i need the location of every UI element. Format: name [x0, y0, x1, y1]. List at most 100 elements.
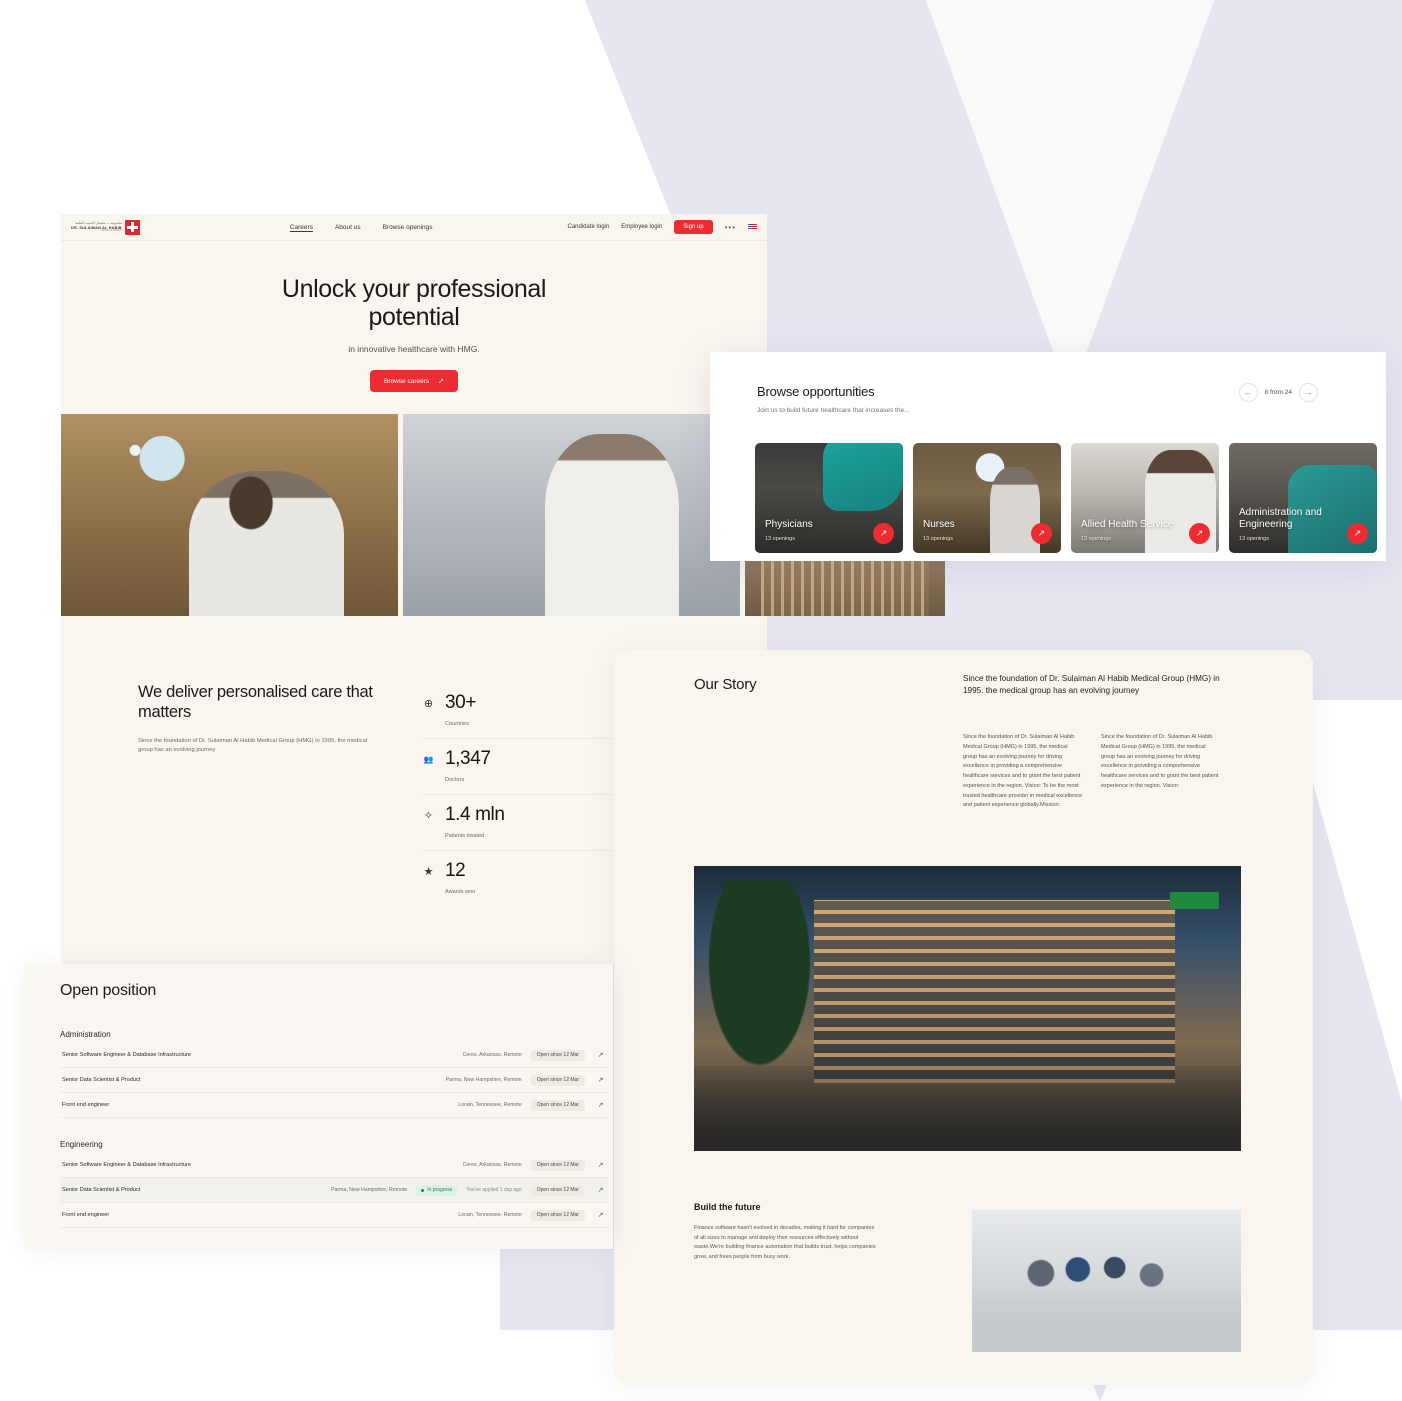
- signup-button[interactable]: Sign up: [674, 220, 713, 234]
- open-positions-group-engineering: Engineering: [60, 1140, 103, 1149]
- stat-value: 1,347: [445, 748, 491, 769]
- card-arrow-icon[interactable]: ↗: [1189, 523, 1210, 544]
- status-badge: In progress: [416, 1184, 458, 1196]
- browse-careers-label: Browse careers: [383, 377, 430, 385]
- opportunity-card-allied-health-service[interactable]: Allied Health Service 13 openings ↗: [1071, 443, 1219, 553]
- pagination-count: 8 from 24: [1264, 389, 1292, 396]
- table-row[interactable]: Senior Software Engineer & Database Infr…: [60, 1043, 608, 1068]
- story-columns: Since the foundation of Dr. Sulaiman Al …: [963, 733, 1221, 811]
- language-flag-icon[interactable]: [748, 224, 757, 230]
- table-row[interactable]: Front end engineer Lorain, Tennessee, Re…: [60, 1093, 608, 1118]
- pagination-prev-button[interactable]: ←: [1238, 383, 1258, 402]
- sparkle-icon: ✧: [423, 809, 434, 822]
- browse-careers-button[interactable]: Browse careers ↗: [369, 370, 459, 392]
- position-location: Lorain, Tennessee, Remote: [458, 1102, 522, 1108]
- card-title: Allied Health Service: [1081, 519, 1174, 531]
- nav-link-careers[interactable]: Careers: [290, 224, 313, 231]
- arrow-up-right-icon[interactable]: ↗: [595, 1101, 606, 1109]
- build-future-section: Build the future Finance software hasn't…: [694, 1202, 879, 1263]
- arrow-up-right-icon[interactable]: ↗: [595, 1161, 606, 1169]
- opportunity-card-administration-engineering[interactable]: Administration and Engineering 13 openin…: [1229, 443, 1377, 553]
- position-open-since: Open since 12 Mar: [530, 1099, 585, 1111]
- table-row[interactable]: Senior Software Engineer & Database Infr…: [60, 1153, 608, 1178]
- brand-logo[interactable]: مجموعة د. سليمان الحبيب الطبية DR. SULAI…: [71, 219, 140, 235]
- open-positions-section: Open position Administration Senior Soft…: [60, 982, 608, 1228]
- deliver-title: We deliver personalised care that matter…: [138, 683, 373, 721]
- nav-link-browse-openings[interactable]: Browse openings: [383, 224, 433, 231]
- position-location: Parma, New Hampshire, Remote: [445, 1077, 522, 1083]
- stat-top: 👥 1,347: [422, 748, 614, 770]
- stat-top: ⊕ 30+: [422, 692, 614, 714]
- page-canvas: مجموعة د. سليمان الحبيب الطبية DR. SULAI…: [0, 0, 1402, 1401]
- hero-image-doctor-consult: [403, 414, 740, 616]
- table-row[interactable]: Senior Data Scientist & Product Parma, N…: [60, 1178, 608, 1203]
- table-row[interactable]: Senior Data Scientist & Product Parma, N…: [60, 1068, 608, 1093]
- green-sign-decoration: [1169, 891, 1220, 909]
- card-openings: 13 openings: [1081, 536, 1111, 542]
- card-arrow-icon[interactable]: ↗: [873, 523, 894, 544]
- position-title: Senior Data Scientist & Product: [62, 1077, 141, 1083]
- arrow-up-right-icon[interactable]: ↗: [595, 1211, 606, 1219]
- build-future-body: Finance software hasn't evolved in decad…: [694, 1225, 876, 1260]
- card-body: Nurses 13 openings: [923, 519, 955, 542]
- pagination-next-button[interactable]: →: [1299, 383, 1318, 402]
- stat-label: Awards won: [445, 889, 476, 895]
- stats-list: ⊕ 30+ Countries 👥 1,347 Doctors ✧ 1.4 ml…: [422, 683, 614, 906]
- position-location: Parma, New Hampshire, Remote: [331, 1187, 408, 1193]
- stat-label: Countries: [445, 721, 469, 727]
- position-location: Ceres, Arkansas, Remote: [462, 1162, 522, 1168]
- story-hospital-image: [694, 866, 1241, 1151]
- arrow-up-right-icon[interactable]: ↗: [595, 1051, 606, 1059]
- position-title: Front end engineer: [62, 1102, 110, 1108]
- card-title: Nurses: [923, 519, 955, 531]
- status-dot-icon: [421, 1188, 425, 1192]
- deliver-section: We deliver personalised care that matter…: [138, 683, 378, 756]
- opportunity-card-nurses[interactable]: Nurses 13 openings ↗: [913, 443, 1061, 553]
- nav-actions: Candidate login Employee login Sign up •…: [568, 220, 757, 234]
- hero-title: Unlock your professional potential: [281, 275, 547, 331]
- story-lead: Since the foundation of Dr. Sulaiman Al …: [963, 674, 1220, 696]
- logo-sub-line: MEDICAL GROUP: [101, 229, 122, 232]
- position-open-since: Open since 12 Mar: [530, 1074, 585, 1086]
- build-future-title: Build the future: [694, 1202, 761, 1212]
- arrow-up-right-icon[interactable]: ↗: [595, 1186, 606, 1194]
- opportunity-card-physicians[interactable]: Physicians 13 openings ↗: [755, 443, 903, 553]
- table-row[interactable]: Front end engineer Lorain, Tennessee, Re…: [60, 1203, 608, 1228]
- status-badge-label: In progress: [427, 1187, 453, 1193]
- stat-countries: ⊕ 30+ Countries: [422, 683, 614, 739]
- story-column-2: Since the foundation of Dr. Sulaiman Al …: [1101, 734, 1219, 789]
- nav-link-about-us[interactable]: About us: [335, 224, 361, 231]
- opportunity-cards: Physicians 13 openings ↗ Nurses 13 openi…: [755, 443, 1377, 553]
- tree-decoration: [699, 880, 820, 1086]
- stat-label: Patients treated: [445, 833, 485, 839]
- card-arrow-icon[interactable]: ↗: [1347, 523, 1368, 544]
- stat-doctors: 👥 1,347 Doctors: [422, 739, 614, 795]
- card-openings: 13 openings: [765, 536, 795, 542]
- position-title: Senior Data Scientist & Product: [62, 1187, 141, 1193]
- card-arrow-icon[interactable]: ↗: [1031, 523, 1052, 544]
- position-open-since: Open since 12 Mar: [530, 1184, 585, 1196]
- story-column-1: Since the foundation of Dr. Sulaiman Al …: [963, 734, 1083, 809]
- build-future-image: [972, 1210, 1241, 1352]
- stat-value: 30+: [445, 692, 477, 713]
- stat-value: 1.4 mln: [445, 804, 505, 825]
- stat-patients-treated: ✧ 1.4 mln Patients treated: [422, 795, 614, 851]
- browse-subtitle: Join us to build future healthcare that …: [757, 407, 910, 414]
- hero-image-operating-room: [61, 414, 398, 616]
- more-options-icon[interactable]: •••: [725, 223, 736, 232]
- employee-login-button[interactable]: Employee login: [621, 224, 662, 230]
- card-title: Physicians: [765, 519, 813, 531]
- browse-pagination: ← 8 from 24 →: [1238, 383, 1318, 402]
- arrow-up-right-icon: ↗: [438, 378, 445, 385]
- position-title: Senior Software Engineer & Database Infr…: [62, 1162, 192, 1168]
- position-open-since: Open since 12 Mar: [530, 1049, 585, 1061]
- star-icon: ★: [423, 865, 434, 878]
- stat-top: ✧ 1.4 mln: [422, 804, 614, 826]
- browse-title: Browse opportunities: [757, 384, 875, 399]
- arrow-up-right-icon[interactable]: ↗: [595, 1076, 606, 1084]
- stat-top: ★ 12: [422, 860, 614, 882]
- browse-header: Browse opportunities Join us to build fu…: [757, 384, 909, 414]
- open-positions-group-administration: Administration: [60, 1030, 111, 1039]
- position-location: Lorain, Tennessee, Remote: [458, 1212, 522, 1218]
- candidate-login-button[interactable]: Candidate login: [568, 224, 610, 230]
